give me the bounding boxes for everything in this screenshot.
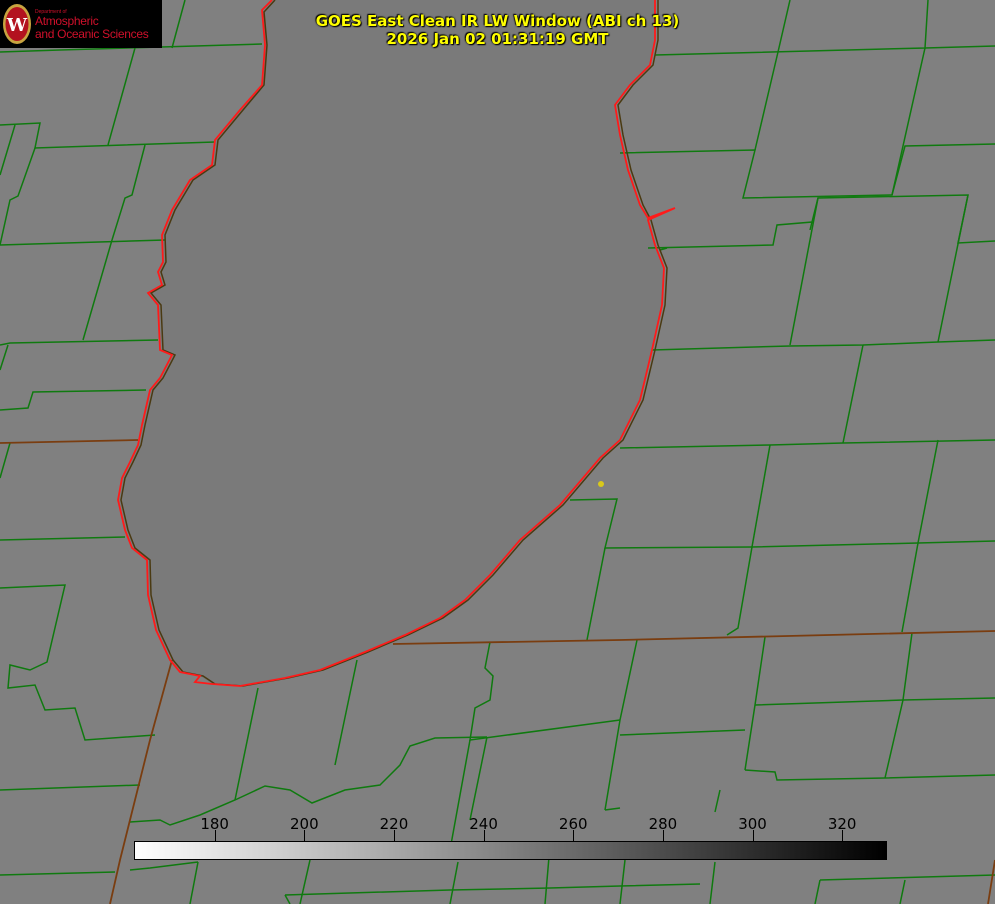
location-marker (598, 481, 604, 487)
colorbar-tick-label: 280 (648, 815, 678, 833)
map-canvas (0, 0, 995, 904)
colorbar-tick-label: 300 (738, 815, 767, 833)
colorbar-tick-label: 240 (469, 815, 498, 833)
colorbar-tick-label: 320 (827, 815, 857, 833)
image-timestamp: 2026 Jan 02 01:31:19 GMT (386, 30, 609, 48)
colorbar-tick-label: 220 (379, 815, 409, 833)
image-title: GOES East Clean IR LW Window (ABI ch 13) (315, 12, 680, 30)
colorbar-tick-label: 200 (289, 815, 319, 833)
satellite-image-view: W Department of Atmospheric and Oceanic … (0, 0, 995, 904)
colorbar-tick-label: 260 (558, 815, 588, 833)
colorbar (134, 841, 887, 860)
colorbar-tick-label: 180 (200, 815, 229, 833)
